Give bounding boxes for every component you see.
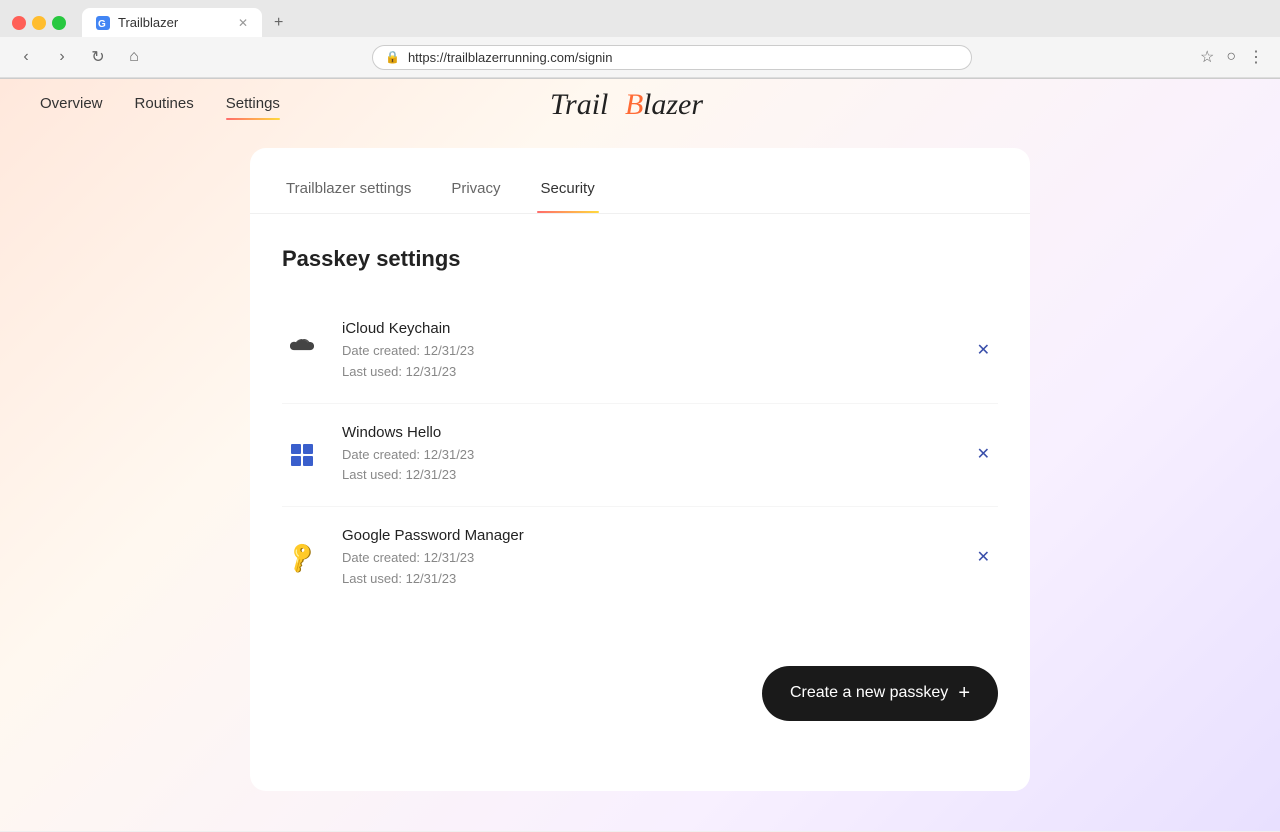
tab-privacy[interactable]: Privacy xyxy=(447,172,504,213)
traffic-lights xyxy=(12,16,66,30)
icloud-icon xyxy=(282,331,322,371)
tab-security[interactable]: Security xyxy=(537,172,599,213)
refresh-button[interactable]: ↻ xyxy=(84,43,112,71)
minimize-button[interactable] xyxy=(32,16,46,30)
browser-nav-bar: ‹ › ↻ ⌂ 🔒 https://trailblazerrunning.com… xyxy=(0,37,1280,78)
nav-links: Overview Routines Settings xyxy=(40,95,280,116)
close-button[interactable] xyxy=(12,16,26,30)
maximize-button[interactable] xyxy=(52,16,66,30)
nav-routines[interactable]: Routines xyxy=(135,95,194,116)
icloud-info: iCloud Keychain Date created: 12/31/23 L… xyxy=(342,320,969,383)
windows-name: Windows Hello xyxy=(342,424,969,441)
address-bar[interactable]: 🔒 https://trailblazerrunning.com/signin xyxy=(372,45,972,70)
tab-close-icon[interactable]: ✕ xyxy=(238,16,248,30)
passkey-item-windows: Windows Hello Date created: 12/31/23 Las… xyxy=(282,404,998,508)
back-button[interactable]: ‹ xyxy=(12,43,40,71)
title-bar: G Trailblazer ✕ + xyxy=(0,0,1280,37)
browser-tab[interactable]: G Trailblazer ✕ xyxy=(82,8,262,37)
settings-tabs: Trailblazer settings Privacy Security xyxy=(250,148,1030,214)
main-content: Trailblazer settings Privacy Security Pa… xyxy=(0,132,1280,831)
nav-overview[interactable]: Overview xyxy=(40,95,103,116)
create-passkey-button[interactable]: Create a new passkey + xyxy=(762,666,998,721)
browser-actions: ☆ ○ ⋮ xyxy=(1196,43,1268,71)
icloud-name: iCloud Keychain xyxy=(342,320,969,337)
google-name: Google Password Manager xyxy=(342,527,969,544)
tab-trailblazer-settings[interactable]: Trailblazer settings xyxy=(282,172,415,213)
passkey-list: iCloud Keychain Date created: 12/31/23 L… xyxy=(282,300,998,610)
create-passkey-label: Create a new passkey xyxy=(790,684,948,702)
section-title: Passkey settings xyxy=(282,246,998,272)
logo: Trail B lazer xyxy=(550,82,730,130)
delete-icloud-button[interactable]: ✕ xyxy=(969,335,998,367)
close-icon: ✕ xyxy=(977,550,990,566)
google-key-icon: 🔑 xyxy=(282,538,322,578)
settings-panel: Trailblazer settings Privacy Security Pa… xyxy=(250,148,1030,791)
google-meta: Date created: 12/31/23 Last used: 12/31/… xyxy=(342,548,969,590)
icloud-meta: Date created: 12/31/23 Last used: 12/31/… xyxy=(342,341,969,383)
passkey-section: Passkey settings iCloud Keychain xyxy=(250,214,1030,642)
svg-text:G: G xyxy=(98,19,106,30)
new-tab-button[interactable]: + xyxy=(266,10,291,36)
lock-icon: 🔒 xyxy=(385,50,400,64)
windows-grid-icon xyxy=(291,444,313,466)
tab-favicon: G xyxy=(96,16,110,30)
svg-text:lazer: lazer xyxy=(643,88,703,121)
windows-info: Windows Hello Date created: 12/31/23 Las… xyxy=(342,424,969,487)
nav-settings[interactable]: Settings xyxy=(226,95,280,116)
delete-google-button[interactable]: ✕ xyxy=(969,542,998,574)
windows-meta: Date created: 12/31/23 Last used: 12/31/… xyxy=(342,445,969,487)
forward-button[interactable]: › xyxy=(48,43,76,71)
create-button-container: Create a new passkey + xyxy=(250,642,1030,753)
page: Overview Routines Settings Trail B lazer… xyxy=(0,79,1280,831)
address-url: https://trailblazerrunning.com/signin xyxy=(408,50,959,65)
delete-windows-button[interactable]: ✕ xyxy=(969,439,998,471)
passkey-item-google: 🔑 Google Password Manager Date created: … xyxy=(282,507,998,610)
close-icon: ✕ xyxy=(977,447,990,463)
menu-icon[interactable]: ⋮ xyxy=(1244,43,1268,71)
windows-icon xyxy=(282,435,322,475)
plus-icon: + xyxy=(958,682,970,705)
bookmark-icon[interactable]: ☆ xyxy=(1196,43,1218,71)
svg-text:Trail: Trail xyxy=(550,88,608,121)
home-button[interactable]: ⌂ xyxy=(120,43,148,71)
tab-bar: G Trailblazer ✕ + xyxy=(82,8,291,37)
google-info: Google Password Manager Date created: 12… xyxy=(342,527,969,590)
browser-chrome: G Trailblazer ✕ + ‹ › ↻ ⌂ 🔒 https://trai… xyxy=(0,0,1280,79)
passkey-item-icloud: iCloud Keychain Date created: 12/31/23 L… xyxy=(282,300,998,404)
svg-text:B: B xyxy=(625,88,643,121)
profile-icon[interactable]: ○ xyxy=(1222,44,1240,70)
top-nav: Overview Routines Settings Trail B lazer xyxy=(0,79,1280,132)
tab-title: Trailblazer xyxy=(118,15,230,30)
close-icon: ✕ xyxy=(977,343,990,359)
